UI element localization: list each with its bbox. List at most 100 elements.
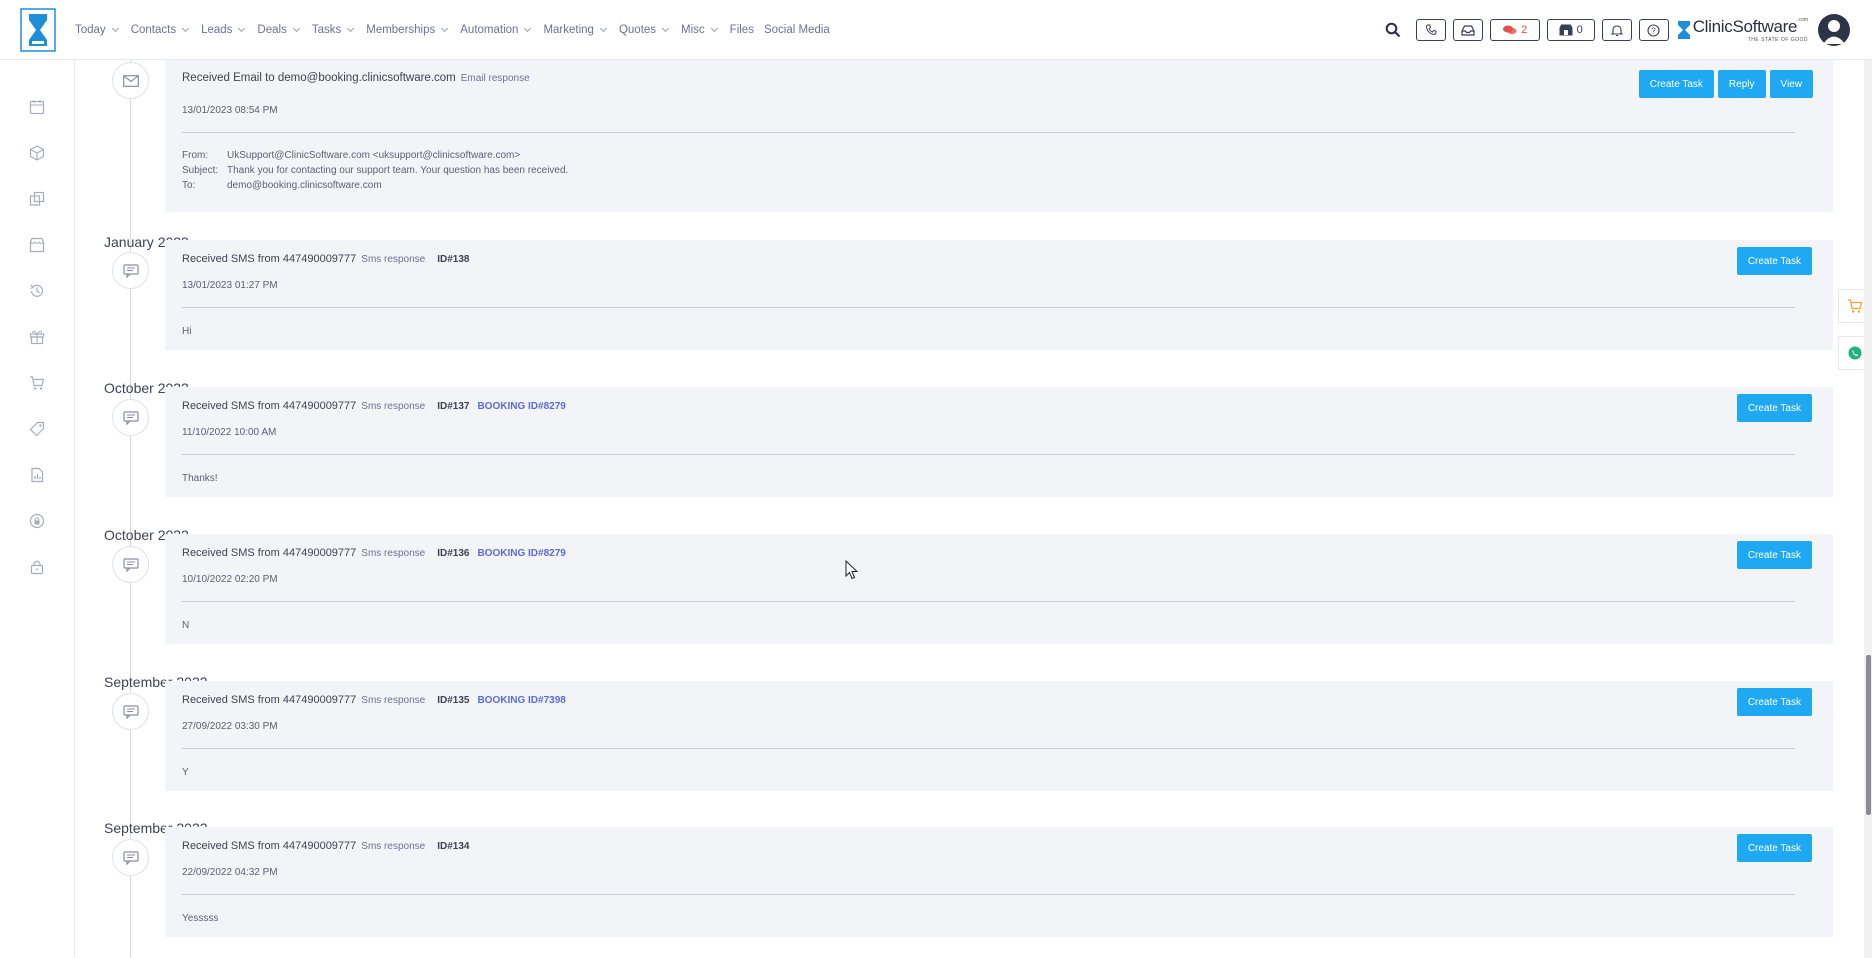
layers-icon[interactable] [28, 190, 46, 208]
sms-type: Sms response [361, 254, 426, 265]
sms-body: Y [182, 767, 189, 778]
sms-id: ID#136 [437, 548, 470, 559]
email-meta: From: UkSupport@ClinicSoftware.com <uksu… [182, 150, 568, 191]
nav-item-deals[interactable]: Deals [257, 24, 301, 36]
email-create-task-button[interactable]: Create Task [1638, 70, 1714, 98]
sms-title-text: Received SMS from 447490009777 [182, 840, 357, 852]
activity-timeline: Received Email to demo@booking.clinicsof… [75, 60, 1872, 958]
chevron-down-icon [347, 24, 355, 32]
sms-date: 11/10/2022 10:00 AM [182, 427, 277, 438]
app-logo[interactable] [0, 0, 75, 60]
svg-text:?: ? [1651, 26, 1656, 35]
nav-item-automation[interactable]: Automation [460, 24, 533, 36]
sms-card: Received SMS from 447490009777 Sms respon… [165, 387, 1833, 497]
booking-link[interactable]: BOOKING ID#8279 [477, 548, 565, 559]
sms-actions: Create Task [1733, 541, 1812, 569]
booking-link[interactable]: BOOKING ID#7398 [477, 695, 565, 706]
email-date: 13/01/2023 08:54 PM [182, 105, 278, 116]
nav-item-files[interactable]: Files [730, 24, 754, 36]
chevron-down-icon [111, 24, 119, 32]
create-task-button[interactable]: Create Task [1736, 394, 1812, 422]
store-button[interactable]: 0 [1546, 19, 1595, 41]
cart-icon [1848, 299, 1863, 313]
sms-title-text: Received SMS from 447490009777 [182, 253, 357, 265]
sms-body: Hi [182, 326, 192, 337]
nav-item-label: Quotes [618, 23, 657, 36]
email-reply-button[interactable]: Reply [1717, 70, 1766, 98]
sms-node-icon [112, 546, 149, 583]
page-scrollbar[interactable] [1864, 60, 1872, 958]
inbox-icon [1461, 25, 1475, 36]
chat-icon [1503, 25, 1517, 35]
create-task-button[interactable]: Create Task [1736, 688, 1812, 716]
phone-button[interactable] [1415, 19, 1446, 41]
chevron-down-icon [292, 24, 300, 32]
whatsapp-icon [1848, 346, 1862, 360]
divider [182, 748, 1795, 749]
chat-button[interactable]: 2 [1489, 19, 1540, 41]
lock-circle-icon[interactable] [28, 512, 46, 530]
notifications-button[interactable] [1601, 19, 1632, 41]
subject-value: Thank you for contacting our support tea… [227, 165, 569, 176]
divider [182, 894, 1795, 895]
nav-item-label: Memberships [366, 23, 436, 36]
sms-card: Received SMS from 447490009777 Sms respon… [165, 534, 1833, 644]
nav-item-leads[interactable]: Leads [201, 24, 247, 36]
history-icon[interactable] [28, 282, 46, 300]
tag-icon[interactable] [28, 420, 46, 438]
chevron-down-icon [710, 24, 718, 32]
create-task-button[interactable]: Create Task [1736, 834, 1812, 862]
brand-tagline: THE STATE OF GOOD [1747, 37, 1808, 43]
sms-body: Yesssss [182, 913, 219, 924]
store-count: 0 [1576, 24, 1583, 36]
divider [182, 454, 1795, 455]
help-button[interactable]: ? [1638, 19, 1669, 41]
nav-item-label: Files [729, 23, 754, 36]
cart-icon[interactable] [28, 374, 46, 392]
nav-item-tasks[interactable]: Tasks [312, 24, 356, 36]
report-icon[interactable] [28, 466, 46, 484]
nav-item-label: Misc [681, 23, 705, 36]
nav-item-social-media[interactable]: Social Media [764, 24, 830, 36]
nav-item-misc[interactable]: Misc [681, 24, 720, 36]
nav-item-marketing[interactable]: Marketing [543, 24, 609, 36]
inbox-button[interactable] [1452, 19, 1483, 41]
brand-name: ClinicSoftware [1692, 17, 1798, 36]
hourglass-icon [1677, 21, 1690, 39]
nav-item-label: Today [75, 23, 106, 36]
sidebar [0, 60, 75, 958]
search-icon[interactable] [1385, 22, 1401, 38]
nav-item-label: Social Media [763, 23, 830, 36]
sms-title: Received SMS from 447490009777 Sms respon… [182, 694, 566, 706]
sms-node-icon [112, 839, 149, 876]
brand-logo[interactable]: ClinicSoftware .com THE STATE OF GOOD [1677, 17, 1808, 43]
store-icon[interactable] [28, 236, 46, 254]
sms-body: N [182, 620, 190, 631]
gift-icon[interactable] [28, 328, 46, 346]
mouse-cursor-icon [845, 559, 859, 585]
calendar-icon[interactable] [28, 98, 46, 116]
box-icon[interactable] [28, 144, 46, 162]
nav-item-memberships[interactable]: Memberships [366, 24, 450, 36]
divider [182, 307, 1795, 308]
nav-item-quotes[interactable]: Quotes [619, 24, 671, 36]
sms-node-icon [112, 252, 149, 289]
scrollbar-thumb[interactable] [1866, 655, 1871, 815]
nav-item-contacts[interactable]: Contacts [131, 24, 191, 36]
sms-type: Sms response [361, 695, 426, 706]
divider [182, 601, 1795, 602]
create-task-button[interactable]: Create Task [1736, 247, 1812, 275]
booking-link[interactable]: BOOKING ID#8279 [477, 401, 565, 412]
question-icon: ? [1647, 23, 1660, 37]
create-task-button[interactable]: Create Task [1736, 541, 1812, 569]
nav-item-today[interactable]: Today [75, 24, 121, 36]
phone-icon [1425, 24, 1437, 35]
sms-title: Received SMS from 447490009777 Sms respon… [182, 253, 469, 265]
to-label: To: [182, 180, 196, 191]
nav-item-label: Contacts [130, 23, 177, 36]
sms-actions: Create Task [1733, 247, 1812, 275]
email-view-button[interactable]: View [1769, 70, 1813, 98]
lock-icon[interactable] [28, 558, 46, 576]
email-type: Email response [460, 73, 530, 84]
user-avatar[interactable] [1818, 14, 1850, 46]
